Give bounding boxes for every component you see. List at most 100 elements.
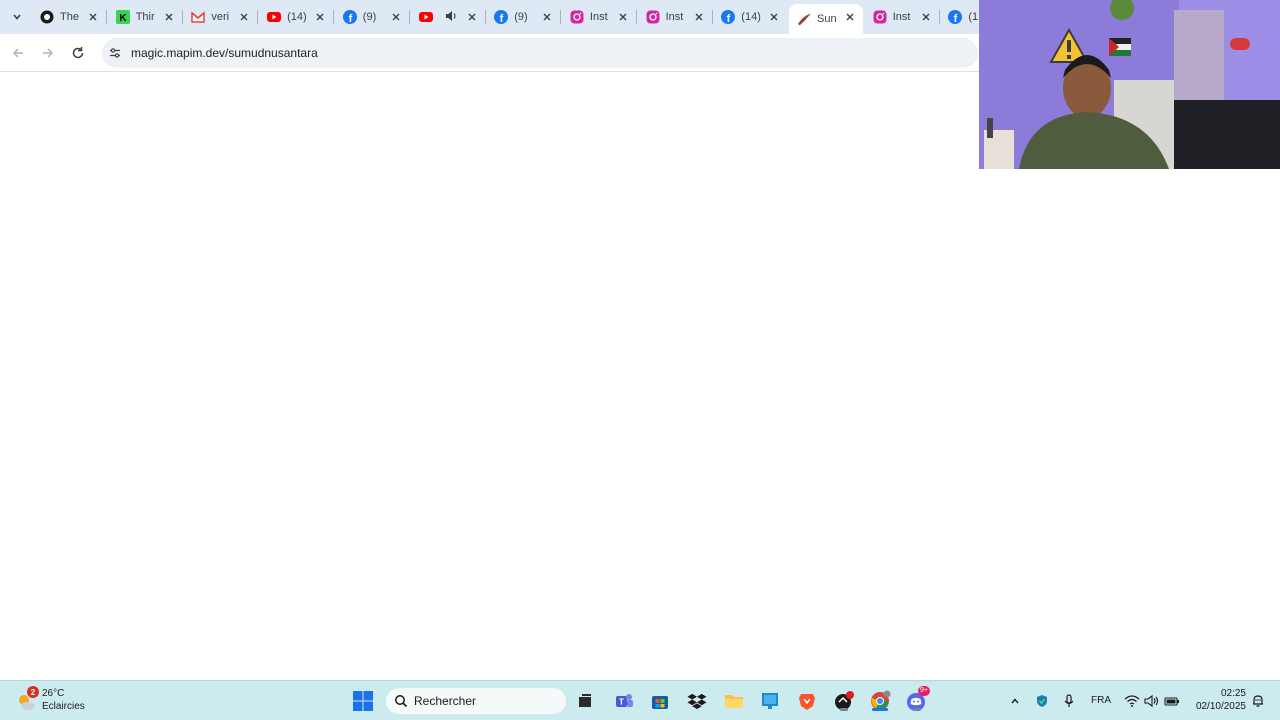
back-button[interactable] (7, 42, 29, 64)
speaker-icon[interactable] (435, 10, 459, 25)
brave-lion-icon (799, 694, 815, 710)
instagram-icon (646, 10, 660, 24)
tab[interactable]: The (32, 4, 107, 30)
tray-security[interactable] (1034, 693, 1050, 709)
taskbar-teams[interactable]: T (612, 689, 636, 713)
weather-widget[interactable]: 2 26°C Eclaircies (14, 686, 94, 716)
facebook-icon: f (342, 10, 357, 24)
taskbar-chrome[interactable] (868, 689, 892, 713)
close-icon[interactable] (164, 9, 174, 25)
instagram-icon (873, 10, 887, 24)
svg-text:T: T (619, 698, 624, 707)
webcam-overlay (979, 0, 1280, 169)
close-icon[interactable] (921, 9, 931, 25)
start-button[interactable] (352, 690, 374, 712)
webcam-image (979, 0, 1280, 169)
tray-wifi[interactable] (1124, 693, 1140, 709)
windows-logo-icon (353, 691, 373, 711)
tab[interactable]: Inst (562, 4, 637, 30)
microphone-icon (1064, 694, 1074, 707)
tab[interactable]: Sun (789, 4, 863, 34)
running-indicator (913, 708, 921, 711)
facebook-icon: f (948, 10, 963, 24)
tab[interactable]: veri (183, 4, 259, 30)
facebook-icon: f (494, 10, 509, 24)
discord-badge: 9+ (918, 686, 930, 696)
close-icon[interactable] (694, 9, 704, 25)
svg-text:f: f (348, 13, 352, 24)
close-icon[interactable] (769, 9, 779, 25)
tab[interactable]: Inst (865, 4, 940, 30)
taskbar-dropbox[interactable] (685, 689, 709, 713)
wifi-icon (1124, 695, 1140, 707)
taskbar-file-explorer[interactable] (722, 689, 746, 713)
tab-title: veri (211, 11, 230, 23)
tab[interactable]: (14) (259, 4, 335, 30)
weather-temp: 26°C (42, 688, 65, 699)
tray-overflow-button[interactable] (1007, 693, 1023, 709)
taskbar-store[interactable] (648, 689, 672, 713)
tab-title: Inst (892, 11, 911, 23)
reload-button[interactable] (67, 42, 89, 64)
folder-icon (725, 695, 743, 708)
active-indicator (872, 708, 888, 711)
gmail-icon (191, 10, 206, 24)
taskbar-search[interactable]: Rechercher (386, 688, 566, 714)
notification-center-button[interactable] (1250, 693, 1266, 709)
app-window-icon (762, 693, 778, 709)
tab-title: Thir (135, 11, 155, 23)
forward-button[interactable] (37, 42, 59, 64)
clock[interactable]: 02:25 02/10/2025 (1188, 687, 1246, 715)
url-text[interactable]: magic.mapim.dev/sumudnusantara (131, 46, 318, 60)
close-icon[interactable] (88, 9, 98, 25)
search-icon (395, 695, 408, 708)
tab[interactable]: f (9) (486, 4, 562, 30)
facebook-icon: f (721, 10, 736, 24)
dropbox-icon (687, 693, 707, 710)
chevron-down-icon (13, 14, 21, 20)
taskbar-app-dark[interactable] (832, 689, 856, 713)
arrow-left-icon (12, 48, 23, 58)
tab[interactable]: f (9) (335, 4, 410, 30)
teams-icon: T (616, 694, 633, 707)
language-indicator[interactable]: FRA (1091, 695, 1111, 706)
tab[interactable] (411, 4, 486, 30)
tune-icon (110, 48, 120, 58)
running-indicator (840, 708, 848, 711)
tab-title: (9) (362, 11, 377, 23)
taskbar-brave[interactable] (795, 689, 819, 713)
bell-icon (1253, 695, 1263, 707)
taskbar-app-blue[interactable] (758, 689, 782, 713)
tab[interactable]: K Thir (108, 4, 183, 30)
svg-text:f: f (500, 13, 504, 24)
taskbar-task-view[interactable] (573, 689, 597, 713)
svg-text:K: K (119, 13, 127, 24)
close-icon[interactable] (467, 9, 477, 25)
instagram-icon (570, 10, 584, 24)
tab-title: Inst (589, 11, 608, 23)
site-info-button[interactable] (104, 42, 126, 64)
close-icon[interactable] (618, 9, 628, 25)
tray-microphone[interactable] (1061, 693, 1077, 709)
speaker-icon (1144, 694, 1159, 708)
svg-text:f: f (954, 13, 958, 24)
close-icon[interactable] (391, 9, 401, 25)
tab[interactable]: Inst (638, 4, 713, 30)
close-icon[interactable] (239, 9, 249, 25)
address-bar[interactable]: magic.mapim.dev/sumudnusantara (102, 38, 978, 68)
close-icon[interactable] (315, 9, 325, 25)
close-icon[interactable] (845, 9, 855, 25)
tab[interactable]: f (14) (713, 4, 787, 30)
tab-search-button[interactable] (6, 6, 28, 28)
taskbar: 2 26°C Eclaircies Rechercher T 9+ FRA 02… (0, 680, 1280, 720)
youtube-icon (418, 10, 433, 24)
taskbar-discord[interactable]: 9+ (905, 686, 930, 713)
shield-icon (1037, 695, 1047, 707)
github-icon (40, 10, 54, 24)
tray-battery[interactable] (1164, 693, 1180, 709)
tray-volume[interactable] (1144, 693, 1160, 709)
task-view-icon (579, 694, 591, 707)
brush-icon (797, 12, 811, 26)
close-icon[interactable] (542, 9, 552, 25)
tab-title: (14) (741, 11, 761, 23)
